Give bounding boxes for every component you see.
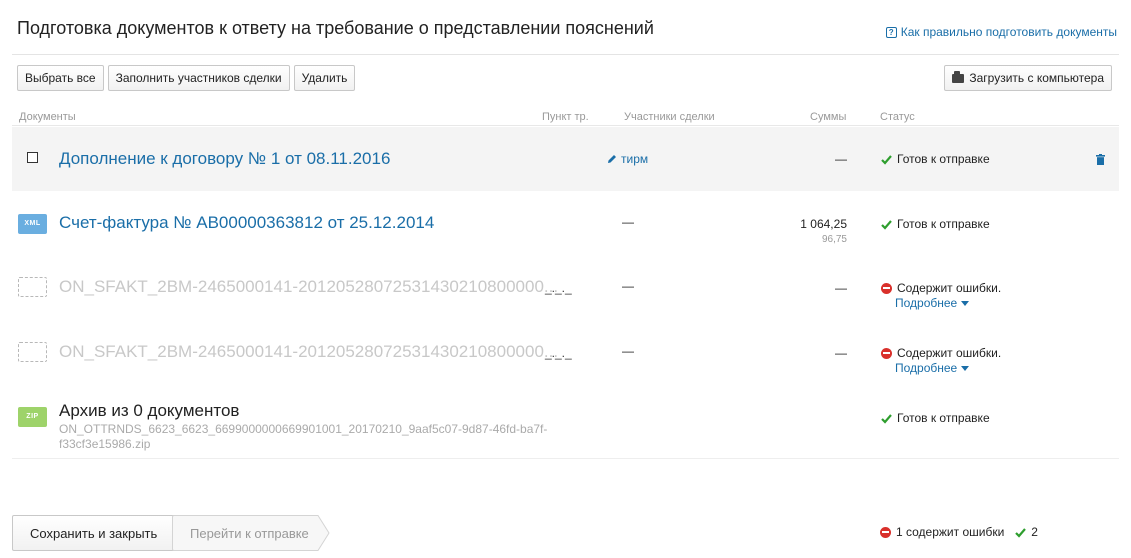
- help-icon: ?: [885, 26, 897, 38]
- ready-count: 2: [1031, 525, 1038, 539]
- error-icon: [881, 282, 892, 294]
- table-row[interactable]: XML Счет-фактура № АВ00000363812 от 25.1…: [12, 191, 1119, 255]
- pencil-icon: [608, 155, 616, 163]
- status-label: Содержит ошибки.: [897, 346, 1002, 360]
- column-header-sums: Суммы: [810, 111, 847, 123]
- point-value: _._._: [545, 346, 572, 360]
- table-row[interactable]: Дополнение к договору № 1 от 08.11.2016 …: [12, 127, 1119, 191]
- document-name: ON_SFAKT_2BM-2465000141-2012052807253143…: [59, 277, 559, 296]
- upload-from-computer-button[interactable]: Загрузить с компьютера: [944, 65, 1112, 91]
- table-bottom-divider: [12, 458, 1119, 459]
- status-ready: Готов к отправке: [881, 411, 990, 425]
- status-error: Содержит ошибки.: [881, 281, 1001, 295]
- check-icon: [881, 154, 892, 165]
- select-all-button[interactable]: Выбрать все: [17, 65, 104, 91]
- error-icon: [880, 526, 891, 538]
- archive-filename: ON_OTTRNDS_6623_6623_6699000000669901001…: [59, 422, 548, 451]
- delete-button[interactable]: Удалить: [293, 65, 356, 91]
- chevron-down-icon: [961, 365, 970, 371]
- xml-file-icon: XML: [18, 214, 47, 234]
- status-label: Содержит ошибки.: [897, 281, 1002, 295]
- status-label: Готов к отправке: [897, 217, 990, 231]
- status-ready: Готов к отправке: [881, 152, 990, 166]
- trash-icon[interactable]: [1096, 154, 1105, 165]
- summary-status: 1 содержит ошибки 2: [880, 525, 1038, 539]
- details-label: Подробнее: [895, 296, 958, 310]
- check-icon: [881, 413, 892, 424]
- status-label: Готов к отправке: [897, 152, 990, 166]
- participants-value: —: [622, 279, 634, 293]
- point-value: _._._: [545, 281, 572, 295]
- table-row[interactable]: ON_SFAKT_2BM-2465000141-2012052807253143…: [12, 255, 1119, 319]
- header-divider: [12, 54, 1119, 55]
- zip-file-icon: ZIP: [18, 407, 47, 427]
- check-icon: [881, 219, 892, 230]
- table-row[interactable]: ON_SFAKT_2BM-2465000141-2012052807253143…: [12, 320, 1119, 384]
- upload-button-label: Загрузить с компьютера: [969, 71, 1104, 85]
- column-header-status: Статус: [880, 111, 915, 123]
- sum-value: —: [835, 346, 847, 360]
- participants-value: —: [622, 344, 634, 358]
- save-and-close-button[interactable]: Сохранить и закрыть: [12, 515, 176, 551]
- page-title: Подготовка документов к ответу на требов…: [17, 18, 654, 38]
- empty-file-icon: [18, 342, 47, 362]
- document-name-link[interactable]: Дополнение к договору № 1 от 08.11.2016: [59, 149, 390, 169]
- sum-value: 1 064,25: [800, 217, 847, 231]
- header-row-divider: [12, 125, 1119, 126]
- participant-link[interactable]: тирм: [607, 152, 648, 166]
- help-link-label: Как правильно подготовить документы: [900, 25, 1117, 39]
- column-header-documents: Документы: [19, 111, 76, 123]
- table-row[interactable]: ZIP Архив из 0 документов ON_OTTRNDS_662…: [12, 385, 1119, 457]
- document-name: ON_SFAKT_2BM-2465000141-2012052807253143…: [59, 342, 559, 361]
- document-name-link[interactable]: Счет-фактура № АВ00000363812 от 25.12.20…: [59, 213, 434, 233]
- chevron-down-icon: [961, 300, 970, 306]
- errors-summary: 1 содержит ошибки: [896, 525, 1005, 539]
- participant-label: тирм: [621, 152, 649, 166]
- toolbar: Выбрать все Заполнить участников сделки …: [17, 65, 356, 91]
- go-to-send-button[interactable]: Перейти к отправке: [172, 515, 330, 551]
- column-header-participants: Участники сделки: [624, 111, 715, 123]
- go-to-send-label: Перейти к отправке: [190, 526, 309, 541]
- empty-file-icon: [18, 277, 47, 297]
- status-ready: Готов к отправке: [881, 217, 990, 231]
- details-label: Подробнее: [895, 361, 958, 375]
- folder-icon: [952, 70, 965, 83]
- error-icon: [881, 347, 892, 359]
- sum-value: —: [835, 152, 847, 166]
- help-link[interactable]: ? Как правильно подготовить документы: [885, 25, 1117, 39]
- participants-value: —: [622, 215, 634, 229]
- status-error: Содержит ошибки.: [881, 346, 1001, 360]
- sum-value: —: [835, 281, 847, 295]
- row-checkbox[interactable]: [27, 152, 38, 163]
- fill-participants-button[interactable]: Заполнить участников сделки: [107, 65, 290, 91]
- column-header-point: Пункт тр.: [542, 111, 589, 123]
- details-dropdown-link[interactable]: Подробнее: [895, 361, 970, 375]
- check-icon: [1015, 527, 1027, 538]
- archive-name: Архив из 0 документов: [59, 401, 240, 420]
- sum-vat-value: 96,75: [821, 234, 847, 245]
- details-dropdown-link[interactable]: Подробнее: [895, 296, 970, 310]
- status-label: Готов к отправке: [897, 411, 990, 425]
